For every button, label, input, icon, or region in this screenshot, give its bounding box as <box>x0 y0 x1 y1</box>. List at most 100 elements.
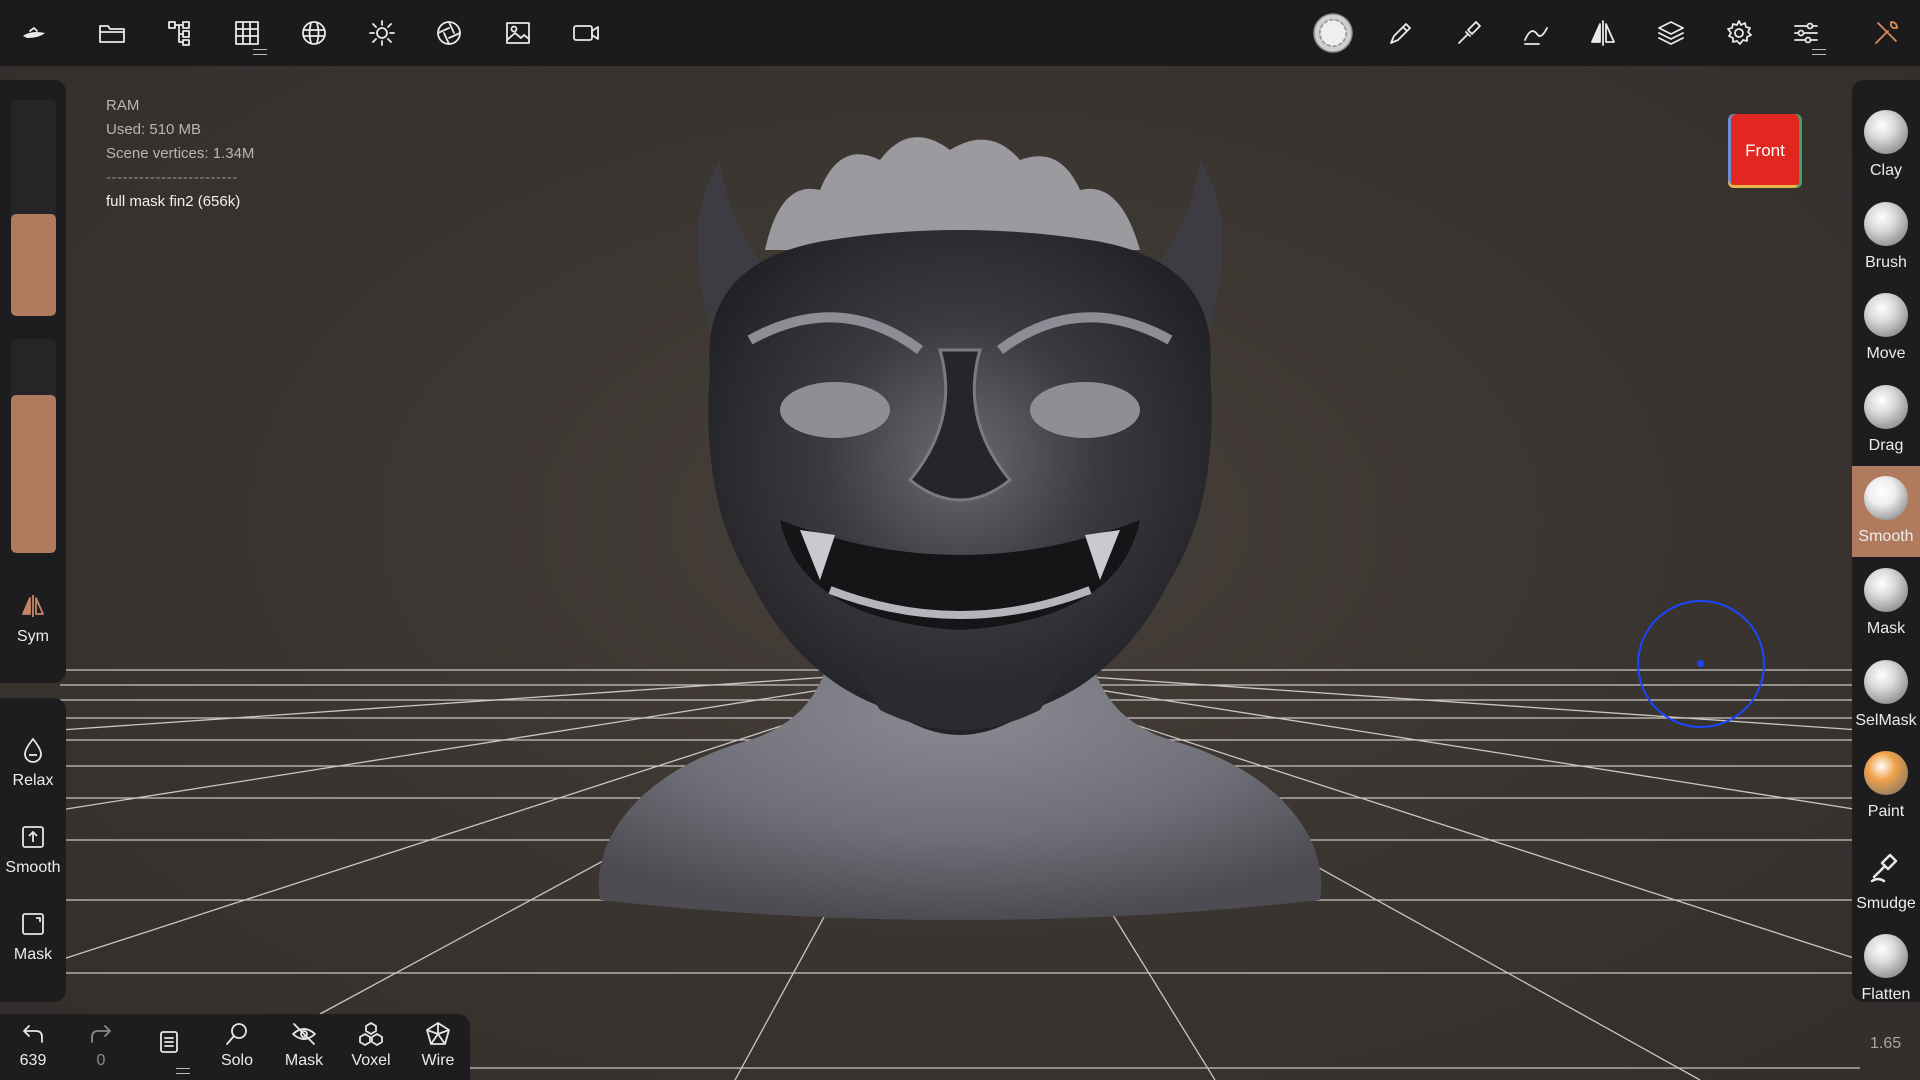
grid-mesh-icon[interactable] <box>223 9 271 57</box>
paint-brush-icon <box>1864 751 1908 796</box>
flatten-brush-icon <box>1864 934 1908 979</box>
tool-smudge[interactable]: Smudge <box>1852 833 1920 924</box>
smooth-brush-icon <box>1864 476 1908 521</box>
redo-button[interactable]: 0 <box>70 1020 132 1070</box>
sliders-icon[interactable] <box>1782 9 1830 57</box>
solo-label: Solo <box>220 1052 254 1069</box>
mask-brush-icon <box>1864 568 1908 612</box>
tool-brush[interactable]: Brush <box>1852 192 1920 283</box>
settings-icon[interactable] <box>1715 9 1763 57</box>
view-cube-label: Front <box>1745 141 1785 160</box>
wire-button[interactable]: Wire <box>407 1020 469 1070</box>
brush-brush-icon <box>1864 201 1908 246</box>
folder-icon[interactable] <box>88 9 136 57</box>
tool-label: Brush <box>1865 253 1907 271</box>
tool-label: Clay <box>1869 162 1902 179</box>
image-icon[interactable] <box>494 9 542 57</box>
ram-label: RAM <box>106 97 140 114</box>
redo-count: 0 <box>96 1052 106 1069</box>
left-quick-panel: Relax Smooth Mask <box>0 698 66 1002</box>
smooth-button[interactable]: Smooth <box>0 823 66 877</box>
tool-label: Flatten <box>1861 986 1911 1004</box>
symmetry-icon[interactable] <box>1579 9 1627 57</box>
material-sphere-icon[interactable] <box>1309 9 1357 57</box>
smudge-brush-icon <box>1864 843 1908 887</box>
scene-tree-icon[interactable] <box>156 9 204 57</box>
tool-mask[interactable]: Mask <box>1852 558 1920 649</box>
tool-label: Smooth <box>1858 528 1914 546</box>
tool-paint[interactable]: Paint <box>1852 741 1920 832</box>
undo-count: 639 <box>19 1052 47 1069</box>
sculpt-model[interactable] <box>580 120 1340 930</box>
relax-label: Relax <box>12 772 54 789</box>
sun-icon[interactable] <box>358 9 406 57</box>
tool-selmask[interactable]: SelMask <box>1852 650 1920 741</box>
tool-smooth[interactable]: Smooth <box>1852 466 1920 558</box>
brush-cursor <box>1637 600 1765 728</box>
brush-size-slider[interactable] <box>11 100 56 316</box>
brush-tool-icon[interactable] <box>1445 9 1493 57</box>
voxel-button[interactable]: Voxel <box>340 1020 402 1070</box>
mask-label: Mask <box>13 946 53 963</box>
brush-intensity-fill <box>11 394 56 553</box>
tool-label: SelMask <box>1855 711 1917 729</box>
scene-info: RAM Used: 510 MB Scene vertices: 1.34M -… <box>106 94 254 214</box>
tool-label: Move <box>1866 345 1906 363</box>
bottom-toolbar: 639 0 Solo Mask Voxel Wire <box>0 1014 470 1080</box>
brush-intensity-slider[interactable] <box>11 339 56 553</box>
tool-label: Paint <box>1867 803 1905 821</box>
top-toolbar <box>0 0 1920 66</box>
drag-brush-icon <box>1864 384 1908 429</box>
undo-icon <box>23 1025 43 1043</box>
tool-move[interactable]: Move <box>1852 283 1920 374</box>
relax-button[interactable]: Relax <box>0 736 66 790</box>
mask-box-icon <box>22 913 44 935</box>
boat-logo-icon[interactable] <box>10 9 58 57</box>
tools-icon[interactable] <box>1862 9 1910 57</box>
ram-used: Used: 510 MB <box>106 121 202 138</box>
wire-label: Wire <box>421 1052 455 1069</box>
doc-button[interactable] <box>138 1028 200 1074</box>
undo-button[interactable]: 639 <box>2 1020 64 1070</box>
tool-label: Drag <box>1868 436 1904 454</box>
smooth-box-icon <box>22 826 44 848</box>
sym-label: Sym <box>17 628 49 645</box>
selmask-brush-icon <box>1864 659 1908 704</box>
aperture-icon[interactable] <box>425 9 473 57</box>
magnifier-icon <box>226 1023 247 1045</box>
viewport[interactable] <box>0 66 1920 1080</box>
zoom-level: 1.65 <box>1870 1035 1902 1052</box>
move-brush-icon <box>1864 293 1908 338</box>
eye-off-icon <box>292 1023 316 1045</box>
layers-icon[interactable] <box>1647 9 1695 57</box>
tool-flatten[interactable]: Flatten <box>1852 924 1920 1015</box>
wireframe-icon <box>426 1022 450 1045</box>
clay-brush-icon <box>1864 110 1908 154</box>
hide-mask-label: Mask <box>284 1052 324 1069</box>
mask-button[interactable]: Mask <box>0 910 66 964</box>
voxel-label: Voxel <box>351 1052 391 1069</box>
left-panel: Sym <box>0 80 66 683</box>
selected-object[interactable]: full mask fin2 (656k) <box>106 190 254 214</box>
pen-icon[interactable] <box>1377 9 1425 57</box>
tools-panel: Clay Brush Move Drag Smooth Mask SelMask Paint S… <box>1852 80 1920 1003</box>
tool-label: Mask <box>1866 620 1906 637</box>
hide-mask-button[interactable]: Mask <box>273 1020 335 1070</box>
scene-vertices: Scene vertices: 1.34M <box>106 145 255 162</box>
sym-button[interactable]: Sym <box>0 592 66 646</box>
drop-icon <box>24 738 42 763</box>
solo-button[interactable]: Solo <box>206 1020 268 1070</box>
document-icon <box>160 1031 178 1053</box>
tool-clay[interactable]: Clay <box>1852 100 1920 191</box>
redo-icon <box>91 1025 111 1043</box>
tool-drag[interactable]: Drag <box>1852 375 1920 466</box>
symmetry-icon <box>22 595 44 617</box>
brush-size-fill <box>11 214 56 316</box>
stroke-icon[interactable] <box>1512 9 1560 57</box>
view-cube-front[interactable]: Front <box>1728 114 1802 188</box>
tool-label: Smudge <box>1856 894 1916 912</box>
voxel-cubes-icon <box>359 1022 383 1046</box>
sphere-topology-icon[interactable] <box>290 9 338 57</box>
video-camera-icon[interactable] <box>562 9 610 57</box>
smooth-label: Smooth <box>5 859 61 876</box>
